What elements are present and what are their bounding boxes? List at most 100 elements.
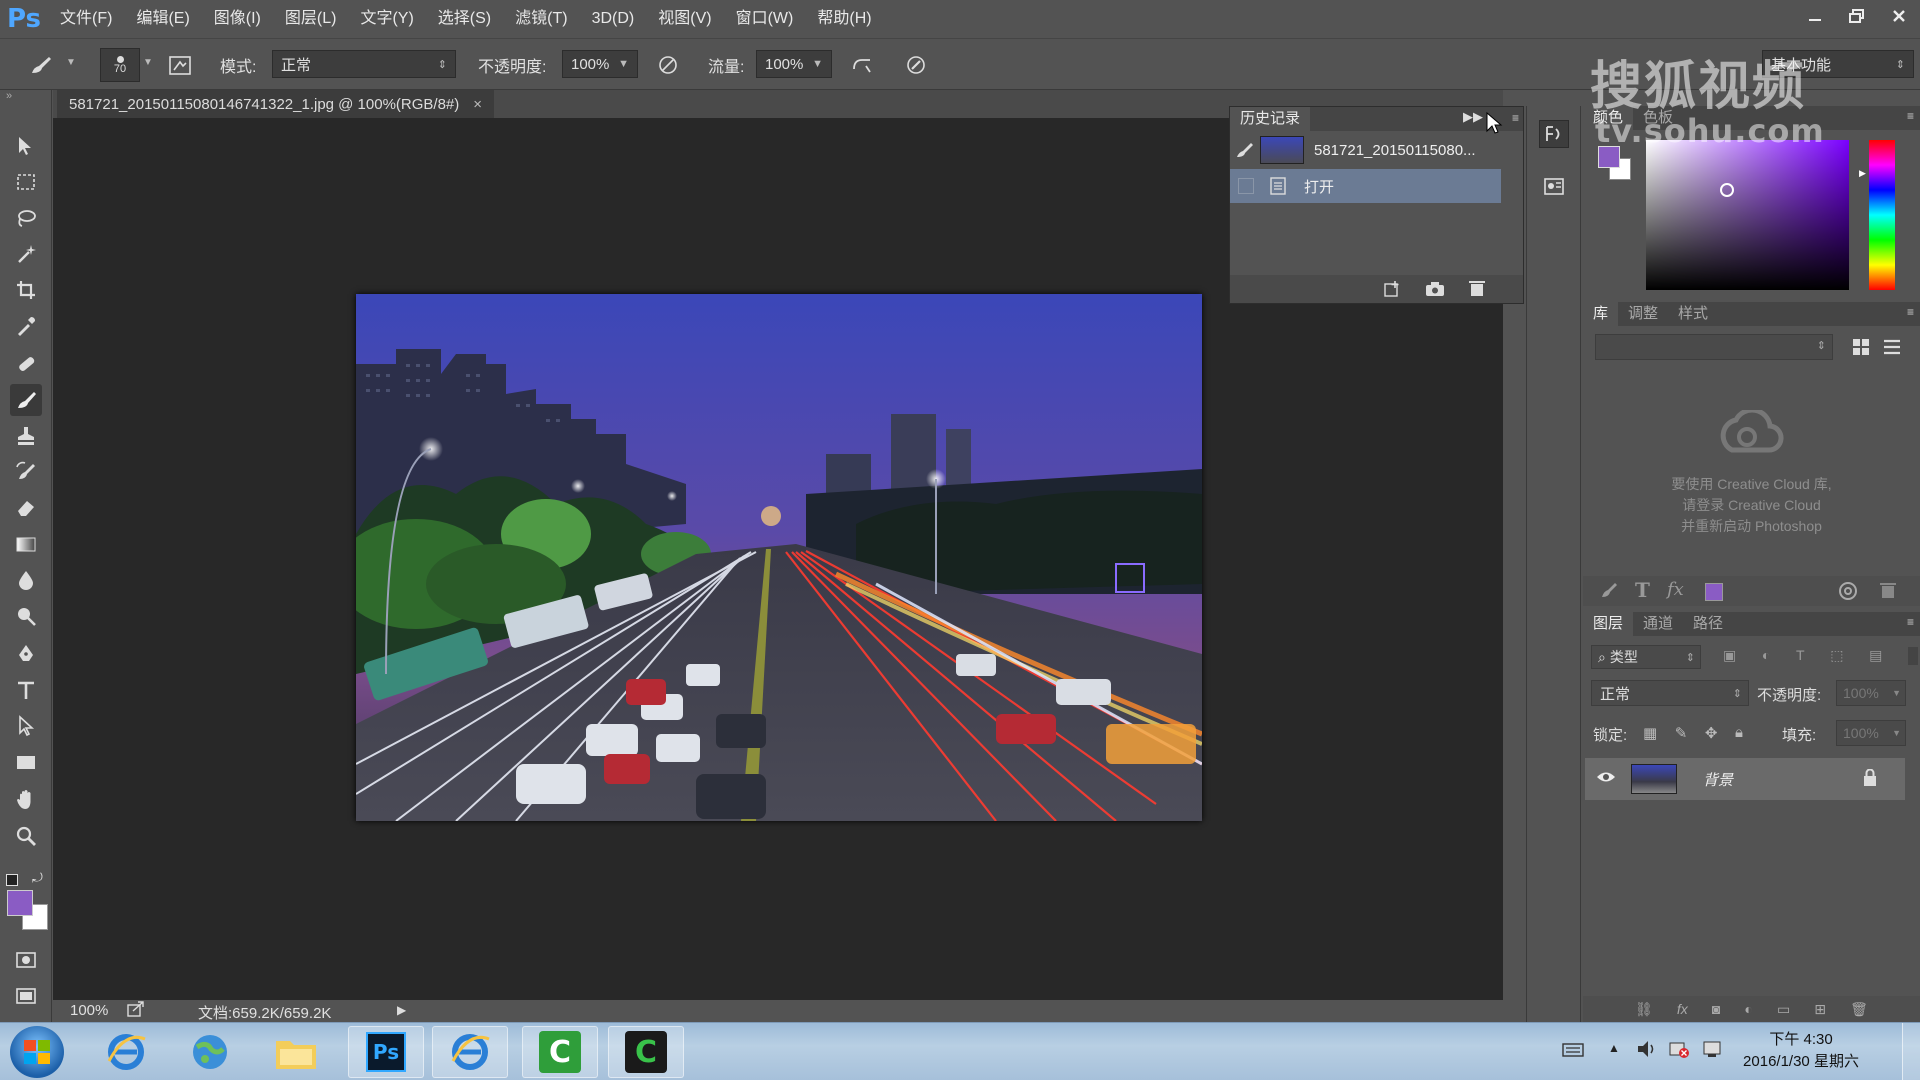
collapse-icon[interactable]: » [6,90,12,102]
rectangle-tool-icon[interactable] [10,746,42,778]
pressure-opacity-icon[interactable] [654,52,682,78]
panel-menu-icon[interactable]: ≡ [1907,615,1914,629]
status-menu-arrow-icon[interactable]: ▶ [397,1003,406,1017]
filter-shape-icon[interactable]: ⬚ [1830,647,1843,669]
menu-select[interactable]: 选择(S) [426,0,503,38]
network-error-icon[interactable] [1668,1039,1690,1063]
taskbar-clock[interactable]: 下午 4:30 2016/1/30 星期六 [1736,1029,1866,1073]
chevron-down-icon[interactable]: ▼ [66,57,76,68]
new-layer-icon[interactable]: ⊞ [1814,1001,1826,1018]
add-layer-style-icon[interactable]: fx [1667,579,1684,600]
menu-file[interactable]: 文件(F) [48,0,124,38]
hue-slider[interactable] [1869,140,1895,290]
hand-tool-icon[interactable] [10,784,42,816]
history-brush-source-icon[interactable] [1230,141,1260,159]
restore-icon[interactable] [1836,0,1878,32]
dodge-tool-icon[interactable] [10,600,42,632]
history-snapshot[interactable]: 581721_20150115080... [1230,133,1501,167]
marquee-tool-icon[interactable] [10,166,42,198]
healing-brush-tool-icon[interactable] [10,348,42,380]
trash-icon[interactable] [1880,581,1896,603]
filter-pixel-icon[interactable]: ▣ [1723,647,1736,669]
fill-input[interactable]: 100% ▼ [1836,720,1906,746]
layer-filter-select[interactable]: ⌕ 类型 ⇕ [1591,645,1701,669]
panel-menu-icon[interactable]: ≡ [1907,305,1914,319]
lock-image-icon[interactable]: ✎ [1675,724,1688,742]
tab-channels[interactable]: 通道 [1633,612,1683,636]
chevron-down-icon[interactable]: ▼ [1892,688,1901,698]
airbrush-icon[interactable] [848,52,876,78]
magic-wand-tool-icon[interactable] [10,238,42,270]
lock-position-icon[interactable]: ✥ [1705,724,1718,742]
zoom-tool-icon[interactable] [10,820,42,852]
tab-paths[interactable]: 路径 [1683,612,1733,636]
eraser-tool-icon[interactable] [10,492,42,524]
panel-menu-icon[interactable]: ≡ [1907,109,1914,123]
mode-select[interactable]: 正常 ⇕ [272,50,456,78]
default-colors-icon[interactable] [6,874,18,886]
filter-toggle-icon[interactable] [1907,647,1918,665]
menu-edit[interactable]: 编辑(E) [124,0,201,38]
screen-mode-icon[interactable] [10,980,42,1012]
gradient-tool-icon[interactable] [10,528,42,560]
filter-smart-object-icon[interactable]: ▤ [1869,647,1882,669]
eye-icon[interactable] [1596,770,1616,788]
link-layers-icon[interactable]: ⛓ [1635,1001,1653,1018]
tab-layers[interactable]: 图层 [1583,612,1634,636]
lock-transparent-icon[interactable]: ▦ [1643,724,1657,742]
new-group-icon[interactable]: ▭ [1777,1001,1790,1018]
taskbar-ie-window-button[interactable] [432,1026,508,1078]
taskbar-camtasia-button[interactable]: C [522,1026,598,1078]
chevron-down-icon[interactable]: ▼ [143,57,153,68]
trash-icon[interactable] [1468,279,1486,301]
chevron-down-icon[interactable]: ▼ [812,58,823,70]
creative-cloud-sync-icon[interactable] [1837,581,1859,605]
chevron-down-icon[interactable]: ▼ [1892,728,1901,738]
add-graphic-icon[interactable] [1599,581,1619,605]
pen-tool-icon[interactable] [10,638,42,670]
menu-filter[interactable]: 滤镜(T) [503,0,579,38]
new-document-from-state-icon[interactable] [1383,280,1403,302]
properties-dock-icon[interactable] [1539,172,1569,200]
type-tool-icon[interactable] [10,674,42,706]
filter-adjustment-icon[interactable]: ◐ [1762,647,1770,669]
blend-mode-select[interactable]: 正常 ⇕ [1591,680,1749,706]
layer-style-icon[interactable]: fx [1677,1001,1688,1017]
history-step-open[interactable]: 打开 [1230,169,1501,203]
crop-tool-icon[interactable] [10,274,42,306]
show-desktop-button[interactable] [1902,1023,1920,1080]
menu-window[interactable]: 窗口(W) [724,0,806,38]
path-selection-tool-icon[interactable] [10,710,42,742]
quick-mask-icon[interactable] [10,944,42,976]
start-button[interactable] [10,1026,64,1078]
brush-preset-icon[interactable] [28,52,56,78]
list-view-icon[interactable] [1883,338,1901,360]
brush-tool-icon[interactable] [10,384,42,416]
document-image[interactable] [356,294,1202,821]
menu-layer[interactable]: 图层(L) [273,0,349,38]
tray-expand-icon[interactable]: ▲ [1608,1041,1620,1055]
document-tab[interactable]: 581721_20150115080146741322_1.jpg @ 100%… [57,90,495,118]
layer-name[interactable]: 背景 [1703,769,1733,790]
adjustment-layer-icon[interactable]: ◐ [1744,1001,1752,1017]
menu-help[interactable]: 帮助(H) [805,0,883,38]
menu-3d[interactable]: 3D(D) [580,0,647,38]
volume-icon[interactable] [1636,1039,1658,1063]
share-icon[interactable] [127,1001,145,1021]
lock-all-icon[interactable]: 🔒︎ [1735,724,1743,742]
camera-icon[interactable] [1425,280,1445,302]
trash-icon[interactable]: 🗑︎ [1850,1001,1868,1018]
layer-opacity-input[interactable]: 100% ▼ [1836,680,1906,706]
tab-styles[interactable]: 样式 [1668,302,1718,326]
close-icon[interactable] [1878,0,1920,32]
swap-colors-icon[interactable]: ⤾ [32,870,43,886]
filter-type-icon[interactable]: T [1796,647,1805,669]
pressure-size-icon[interactable] [902,52,930,78]
history-tab[interactable]: 历史记录 [1230,107,1311,131]
minimize-icon[interactable] [1794,0,1836,32]
taskbar-camtasia-recorder-button[interactable]: C [608,1026,684,1078]
chevron-down-icon[interactable]: ▼ [618,58,629,70]
history-brush-tool-icon[interactable] [10,456,42,488]
close-icon[interactable]: × [473,96,482,113]
add-color-icon[interactable] [1705,583,1723,601]
